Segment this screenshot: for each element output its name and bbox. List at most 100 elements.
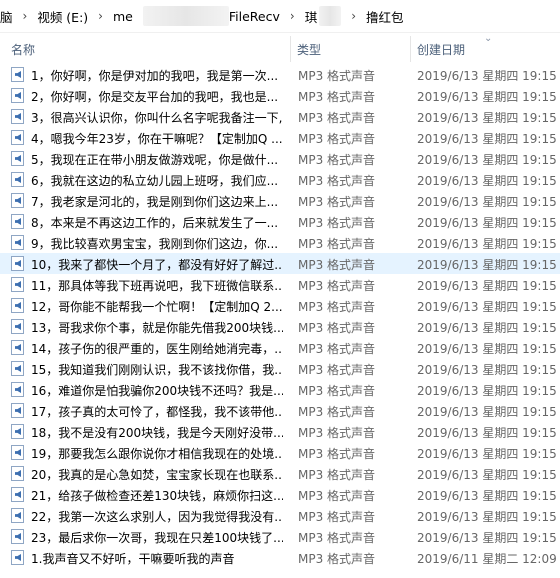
audio-file-icon bbox=[11, 529, 24, 544]
chevron-right-icon[interactable]: › bbox=[88, 9, 113, 23]
file-name: 2，你好啊，你是交友平台加的我吧，我也是... bbox=[31, 90, 279, 104]
file-row[interactable]: 22，我第一次这么求别人，因为我觉得我没有... MP3 格式声音 2019/6/1… bbox=[0, 505, 560, 526]
file-row[interactable]: 19，那要我怎么跟你说你才相信我现在的处境... MP3 格式声音 2019/6/1… bbox=[0, 442, 560, 463]
file-name: 13，哥我求你个事，就是你能先借我200块钱... bbox=[31, 321, 283, 335]
file-type: MP3 格式声音 bbox=[298, 195, 376, 209]
chevron-right-icon[interactable]: › bbox=[280, 9, 305, 23]
file-type: MP3 格式声音 bbox=[298, 216, 376, 230]
file-row[interactable]: 21，给孩子做检查还差130块钱，麻烦你扫这... MP3 格式声音 2019/6/… bbox=[0, 484, 560, 505]
file-created-date: 2019/6/13 星期四 19:15 bbox=[417, 111, 557, 125]
audio-file-icon bbox=[11, 151, 24, 166]
column-header-name[interactable]: 名称 bbox=[11, 41, 35, 58]
audio-file-icon bbox=[11, 172, 24, 187]
audio-file-icon bbox=[11, 361, 24, 376]
file-name: 22，我第一次这么求别人，因为我觉得我没有... bbox=[31, 510, 283, 524]
file-type: MP3 格式声音 bbox=[298, 132, 376, 146]
file-row[interactable]: 10，我来了都快一个月了，都没有好好了解过... MP3 格式声音 2019/6/1… bbox=[0, 253, 560, 274]
file-type: MP3 格式声音 bbox=[298, 153, 376, 167]
file-created-date: 2019/6/13 星期四 19:15 bbox=[417, 468, 557, 482]
file-type: MP3 格式声音 bbox=[298, 342, 376, 356]
breadcrumb-item[interactable]: 视频 (E:) bbox=[37, 7, 88, 26]
file-name: 16，难道你是怕我骗你200块钱不还吗？我是... bbox=[31, 384, 283, 398]
audio-file-icon bbox=[11, 382, 24, 397]
audio-file-icon bbox=[11, 403, 24, 418]
breadcrumb-item[interactable]: 脑 bbox=[0, 7, 13, 26]
file-row[interactable]: 12，哥你能不能帮我一个忙啊！【定制加Q 2... MP3 格式声音 2019/6/… bbox=[0, 295, 560, 316]
file-type: MP3 格式声音 bbox=[298, 174, 376, 188]
file-row[interactable]: 1，你好啊，你是伊对加的我吧，我是第一次... MP3 格式声音 2019/6/13… bbox=[0, 64, 560, 85]
redacted-region bbox=[142, 6, 229, 26]
column-divider[interactable] bbox=[410, 36, 411, 62]
chevron-right-icon[interactable]: › bbox=[13, 9, 38, 23]
file-row[interactable]: 15，我知道我们刚刚认识，我不该找你借，我... MP3 格式声音 2019/6/1… bbox=[0, 358, 560, 379]
audio-file-icon bbox=[11, 193, 24, 208]
file-created-date: 2019/6/13 星期四 19:15 bbox=[417, 321, 557, 335]
file-type: MP3 格式声音 bbox=[298, 279, 376, 293]
audio-file-icon bbox=[11, 214, 24, 229]
file-created-date: 2019/6/13 星期四 19:15 bbox=[417, 174, 557, 188]
file-list: 1，你好啊，你是伊对加的我吧，我是第一次... MP3 格式声音 2019/6/13… bbox=[0, 64, 560, 568]
file-created-date: 2019/6/13 星期四 19:15 bbox=[417, 510, 557, 524]
file-row[interactable]: 11，那具体等我下班再说吧，我下班微信联系... MP3 格式声音 2019/6/1… bbox=[0, 274, 560, 295]
file-row[interactable]: 16，难道你是怕我骗你200块钱不还吗？我是... MP3 格式声音 2019/6/… bbox=[0, 379, 560, 400]
audio-file-icon bbox=[11, 298, 24, 313]
chevron-right-icon[interactable]: › bbox=[341, 9, 366, 23]
audio-file-icon bbox=[11, 466, 24, 481]
column-divider[interactable] bbox=[290, 36, 291, 62]
file-row[interactable]: 6，我就在这边的私立幼儿园上班呀，我们应... MP3 格式声音 2019/6/13… bbox=[0, 169, 560, 190]
file-row[interactable]: 17，孩子真的太可怜了，都怪我，我不该带他... MP3 格式声音 2019/6/1… bbox=[0, 400, 560, 421]
file-name: 7，我老家是河北的，我是刚到你们这边来上... bbox=[31, 195, 279, 209]
column-header-row: 名称 类型 创建日期 ⌄ bbox=[0, 33, 560, 63]
audio-file-icon bbox=[11, 277, 24, 292]
file-row[interactable]: 5，我现在正在带小朋友做游戏呢，你是做什... MP3 格式声音 2019/6/13… bbox=[0, 148, 560, 169]
file-created-date: 2019/6/13 星期四 19:15 bbox=[417, 237, 557, 251]
breadcrumb-item[interactable]: me bbox=[113, 9, 133, 24]
audio-file-icon bbox=[11, 109, 24, 124]
file-type: MP3 格式声音 bbox=[298, 426, 376, 440]
file-row[interactable]: 20，我真的是心急如焚，宝宝家长现在也联系... MP3 格式声音 2019/6/1… bbox=[0, 463, 560, 484]
breadcrumb-item[interactable]: FileRecv bbox=[229, 9, 280, 24]
file-row[interactable]: 9，我比较喜欢男宝宝，我刚到你们这边，你... MP3 格式声音 2019/6/13… bbox=[0, 232, 560, 253]
file-type: MP3 格式声音 bbox=[298, 468, 376, 482]
file-created-date: 2019/6/11 星期二 12:09 bbox=[417, 552, 557, 566]
file-name: 20，我真的是心急如焚，宝宝家长现在也联系... bbox=[31, 468, 283, 482]
breadcrumb: 脑 › 视频 (E:) › me FileRecv › 琪 › 撸红包 bbox=[0, 0, 560, 33]
file-name: 12，哥你能不能帮我一个忙啊！【定制加Q 2... bbox=[31, 300, 283, 314]
file-row[interactable]: 7，我老家是河北的，我是刚到你们这边来上... MP3 格式声音 2019/6/13… bbox=[0, 190, 560, 211]
file-row[interactable]: 14，孩子伤的很严重的，医生刚给她消完毒，... MP3 格式声音 2019/6/1… bbox=[0, 337, 560, 358]
file-row[interactable]: 2，你好啊，你是交友平台加的我吧，我也是... MP3 格式声音 2019/6/13… bbox=[0, 85, 560, 106]
file-name: 5，我现在正在带小朋友做游戏呢，你是做什... bbox=[31, 153, 279, 167]
column-header-type[interactable]: 类型 bbox=[297, 41, 321, 58]
file-name: 6，我就在这边的私立幼儿园上班呀，我们应... bbox=[31, 174, 279, 188]
file-row[interactable]: 1.我声音又不好听，干嘛要听我的声音 MP3 格式声音 2019/6/11 星期二 … bbox=[0, 547, 560, 568]
file-name: 3，很高兴认识你，你叫什么名字呢我备注一下,... bbox=[31, 111, 283, 125]
breadcrumb-item[interactable]: 琪 bbox=[305, 7, 318, 26]
audio-file-icon bbox=[11, 424, 24, 439]
file-name: 8，本来是不再这边工作的，后来就发生了一... bbox=[31, 216, 279, 230]
file-type: MP3 格式声音 bbox=[298, 489, 376, 503]
audio-file-icon bbox=[11, 319, 24, 334]
audio-file-icon bbox=[11, 67, 24, 82]
column-header-date[interactable]: 创建日期 bbox=[417, 41, 465, 58]
file-created-date: 2019/6/13 星期四 19:15 bbox=[417, 384, 557, 398]
file-name: 18，我不是没有200块钱，我是今天刚好没带... bbox=[31, 426, 283, 440]
file-type: MP3 格式声音 bbox=[298, 69, 376, 83]
file-created-date: 2019/6/13 星期四 19:15 bbox=[417, 405, 557, 419]
file-name: 19，那要我怎么跟你说你才相信我现在的处境... bbox=[31, 447, 283, 461]
breadcrumb-item[interactable]: 撸红包 bbox=[366, 7, 404, 26]
file-row[interactable]: 18，我不是没有200块钱，我是今天刚好没带... MP3 格式声音 2019/6/… bbox=[0, 421, 560, 442]
file-row[interactable]: 8，本来是不再这边工作的，后来就发生了一... MP3 格式声音 2019/6/13… bbox=[0, 211, 560, 232]
file-name: 23，最后求你一次哥，我现在只差100块钱了... bbox=[31, 531, 283, 545]
file-row[interactable]: 4，嗯我今年23岁，你在干嘛呢？【定制加Q ... MP3 格式声音 2019/6/… bbox=[0, 127, 560, 148]
file-row[interactable]: 13，哥我求你个事，就是你能先借我200块钱... MP3 格式声音 2019/6/… bbox=[0, 316, 560, 337]
file-row[interactable]: 23，最后求你一次哥，我现在只差100块钱了... MP3 格式声音 2019/6/… bbox=[0, 526, 560, 547]
file-name: 11，那具体等我下班再说吧，我下班微信联系... bbox=[31, 279, 283, 293]
file-created-date: 2019/6/13 星期四 19:15 bbox=[417, 300, 557, 314]
file-type: MP3 格式声音 bbox=[298, 237, 376, 251]
file-type: MP3 格式声音 bbox=[298, 405, 376, 419]
audio-file-icon bbox=[11, 340, 24, 355]
file-row[interactable]: 3，很高兴认识你，你叫什么名字呢我备注一下,... MP3 格式声音 2019/6/… bbox=[0, 106, 560, 127]
file-type: MP3 格式声音 bbox=[298, 447, 376, 461]
file-created-date: 2019/6/13 星期四 19:15 bbox=[417, 489, 557, 503]
file-type: MP3 格式声音 bbox=[298, 510, 376, 524]
